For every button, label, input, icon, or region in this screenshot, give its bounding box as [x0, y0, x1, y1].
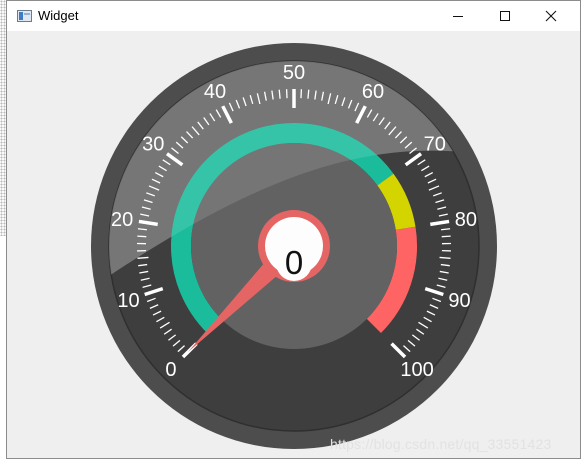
client-area: 0 10 20 30 40 50 60 70 80 90 100 0 [7, 31, 580, 458]
window-title: Widget [38, 8, 79, 23]
gauge-minor-tick [278, 89, 281, 99]
gauge-tick-label: 50 [283, 62, 305, 84]
app-window: Widget 0 10 20 30 40 50 60 70 80 90 100 0 [6, 0, 581, 459]
gauge-minor-tick [137, 256, 149, 259]
gauge-value-readout: 0 [276, 245, 312, 281]
minimize-button[interactable] [435, 1, 481, 31]
watermark-text: https://blog.csdn.net/qq_33551423 [330, 436, 552, 452]
gauge-minor-tick [441, 235, 451, 238]
gauge-minor-tick [307, 89, 310, 99]
close-button[interactable] [528, 1, 574, 31]
gauge-tick-label: 10 [117, 290, 139, 312]
gauge-tick-label: 40 [204, 81, 226, 103]
gauge-tick-label: 60 [362, 81, 384, 103]
gauge-minor-tick [439, 256, 451, 259]
gauge-tick-label: 80 [455, 209, 477, 231]
app-window-icon [17, 10, 32, 22]
minimize-icon [453, 16, 463, 17]
gauge-tick-label: 70 [424, 134, 446, 156]
gauge-tick-label: 30 [142, 134, 164, 156]
maximize-button[interactable] [482, 1, 528, 31]
gauge-tick-label: 20 [111, 209, 133, 231]
close-icon [545, 10, 557, 22]
title-bar[interactable]: Widget [7, 1, 580, 31]
gauge-tick-label: 0 [165, 359, 176, 381]
maximize-icon [500, 11, 510, 21]
gauge-tick-label: 100 [400, 359, 433, 381]
gauge-minor-tick [137, 235, 147, 238]
gauge-tick-label: 90 [448, 290, 470, 312]
